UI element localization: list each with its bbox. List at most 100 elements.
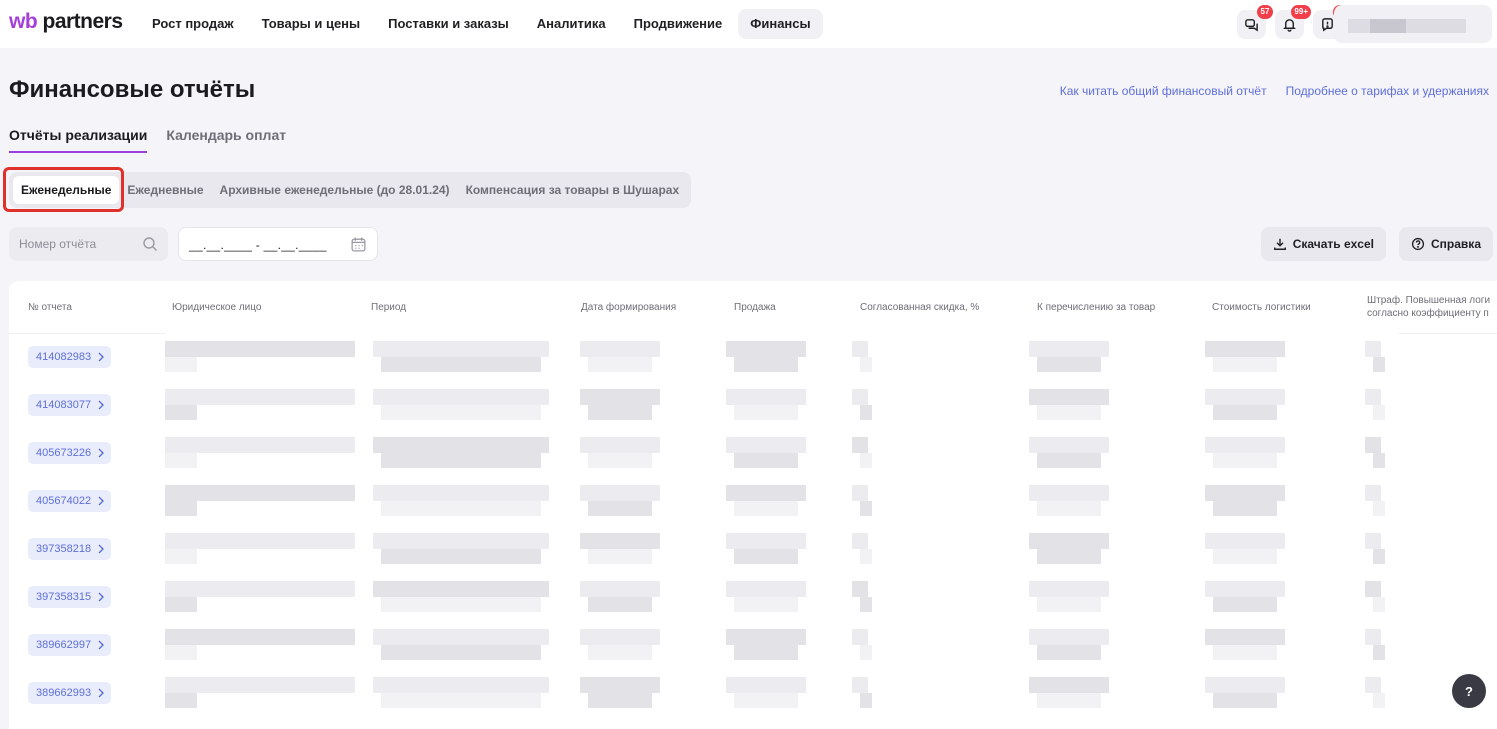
- redacted-cell: [1365, 485, 1381, 501]
- redacted-cell: [852, 581, 868, 597]
- help-fab-button[interactable]: ?: [1452, 674, 1486, 708]
- user-profile-button[interactable]: [1334, 5, 1492, 43]
- redacted-cell: [1029, 341, 1109, 357]
- redacted-cell: [373, 629, 549, 645]
- redacted-cell: [580, 389, 660, 405]
- chevron-right-icon: [98, 544, 105, 554]
- redacted-cell: [165, 357, 197, 372]
- redacted-cell: [1205, 437, 1285, 453]
- redacted-cell: [373, 341, 549, 357]
- report-number-search: [9, 227, 168, 261]
- redacted-cell: [1365, 629, 1381, 645]
- link-how-to-read-report[interactable]: Как читать общий финансовый отчёт: [1060, 84, 1267, 98]
- redacted-cell: [1029, 581, 1109, 597]
- redacted-cell: [165, 485, 355, 501]
- calendar-icon: [351, 237, 366, 252]
- segment-daily[interactable]: Ежедневные: [119, 176, 211, 204]
- redacted-cell: [588, 453, 652, 468]
- redacted-cell: [1213, 693, 1277, 708]
- redacted-cell: [1365, 341, 1381, 357]
- redacted-cell: [373, 581, 549, 597]
- segment-compensation[interactable]: Компенсация за товары в Шушарах: [458, 176, 688, 204]
- top-icons: 57 99+ 2: [1237, 5, 1349, 39]
- download-excel-button[interactable]: Скачать excel: [1260, 227, 1386, 261]
- redacted-cell: [373, 389, 549, 405]
- redacted-cell: [165, 693, 197, 708]
- report-number-text: 405673226: [36, 447, 92, 459]
- redacted-cell: [852, 437, 868, 453]
- column-header-legal-entity: Юридическое лицо: [172, 302, 262, 313]
- nav-item-growth[interactable]: Рост продаж: [140, 9, 246, 39]
- date-range-picker[interactable]: __.__.____ - __.__.____: [178, 227, 378, 261]
- redacted-cell: [165, 629, 355, 645]
- nav-item-analytics[interactable]: Аналитика: [525, 9, 618, 39]
- redacted-cell: [860, 645, 872, 660]
- chevron-right-icon: [98, 592, 105, 602]
- redacted-cell: [1213, 549, 1277, 564]
- redacted-cell: [1205, 341, 1285, 357]
- redacted-cell: [165, 645, 197, 660]
- link-tariffs-details[interactable]: Подробнее о тарифах и удержаниях: [1286, 84, 1489, 98]
- redacted-cell: [373, 437, 549, 453]
- redacted-cell: [1037, 405, 1101, 420]
- report-number-link[interactable]: 397358218: [28, 538, 112, 560]
- report-number-text: 405674022: [36, 495, 92, 507]
- redacted-cell: [580, 341, 660, 357]
- redacted-cell: [381, 693, 541, 708]
- redacted-cell: [1373, 645, 1385, 660]
- redacted-cell: [1365, 581, 1381, 597]
- report-number-link[interactable]: 405673226: [28, 442, 112, 464]
- report-number-link[interactable]: 414083077: [28, 394, 112, 416]
- nav-item-products[interactable]: Товары и цены: [250, 9, 373, 39]
- redacted-cell: [726, 581, 806, 597]
- redacted-cell: [1213, 501, 1277, 516]
- segment-weekly[interactable]: Еженедельные: [13, 176, 120, 204]
- redacted-cell: [588, 405, 652, 420]
- report-number-text: 389662993: [36, 687, 92, 699]
- redacted-cell: [1373, 357, 1385, 372]
- report-number-input[interactable]: [19, 227, 139, 261]
- redacted-cell: [1373, 501, 1385, 516]
- segment-archive-weekly[interactable]: Архивные еженедельные (до 28.01.24): [212, 176, 458, 204]
- redacted-cell: [580, 533, 660, 549]
- header-divider-right: [1399, 333, 1497, 334]
- report-number-text: 414082983: [36, 351, 92, 363]
- help-links: Как читать общий финансовый отчёт Подроб…: [1060, 84, 1489, 98]
- report-number-link[interactable]: 397358315: [28, 586, 112, 608]
- notifications-button[interactable]: 99+: [1275, 5, 1311, 39]
- nav-item-supplies[interactable]: Поставки и заказы: [376, 9, 521, 39]
- redacted-cell: [1029, 629, 1109, 645]
- tab-payment-calendar[interactable]: Календарь оплат: [166, 127, 286, 153]
- report-number-link[interactable]: 414082983: [28, 346, 112, 368]
- help-button[interactable]: Справка: [1399, 227, 1493, 261]
- column-header-logistics-cost: Стоимость логистики: [1212, 302, 1311, 313]
- redacted-cell: [860, 693, 872, 708]
- report-number-link[interactable]: 405674022: [28, 490, 112, 512]
- report-tabs: Отчёты реализации Календарь оплат: [9, 127, 286, 153]
- redacted-cell: [860, 597, 872, 612]
- redacted-cell: [726, 437, 806, 453]
- redacted-cell: [726, 629, 806, 645]
- redacted-cell: [734, 501, 798, 516]
- report-number-link[interactable]: 389662993: [28, 682, 112, 704]
- redacted-cell: [1037, 549, 1101, 564]
- redacted-cell: [860, 405, 872, 420]
- wb-partners-logo[interactable]: wb partners: [9, 10, 123, 34]
- redacted-cell: [1205, 581, 1285, 597]
- redacted-cell: [1205, 485, 1285, 501]
- date-range-value: __.__.____ - __.__.____: [189, 238, 327, 252]
- nav-item-finance[interactable]: Финансы: [738, 9, 823, 39]
- redacted-cell: [381, 357, 541, 372]
- redacted-cell: [165, 597, 197, 612]
- redacted-cell: [381, 549, 541, 564]
- redacted-cell: [165, 453, 197, 468]
- redacted-cell: [1029, 389, 1109, 405]
- nav-item-promotion[interactable]: Продвижение: [622, 9, 735, 39]
- redacted-cell: [1037, 453, 1101, 468]
- redacted-cell: [588, 501, 652, 516]
- report-number-link[interactable]: 389662997: [28, 634, 112, 656]
- tab-sales-reports[interactable]: Отчёты реализации: [9, 127, 148, 153]
- redacted-cell: [373, 533, 549, 549]
- chat-button[interactable]: 57: [1237, 5, 1273, 39]
- header-divider: [9, 333, 165, 334]
